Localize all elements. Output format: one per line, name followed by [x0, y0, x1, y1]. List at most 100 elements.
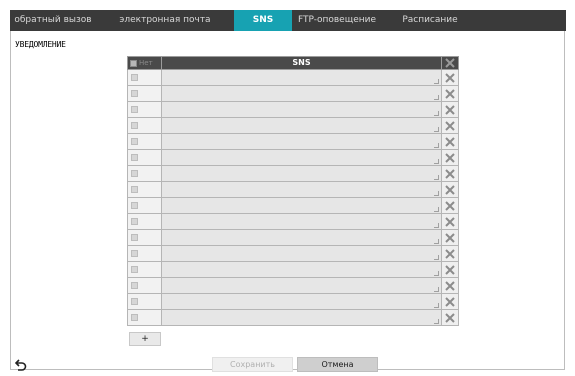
- sns-input-cell[interactable]: [162, 86, 441, 101]
- close-icon: [445, 264, 455, 275]
- row-checkbox-cell[interactable]: [128, 262, 162, 277]
- close-icon: [445, 152, 455, 163]
- header-delete-all[interactable]: [441, 57, 458, 69]
- row-checkbox-cell[interactable]: [128, 182, 162, 197]
- resize-grip-icon: [434, 255, 439, 260]
- close-icon: [445, 168, 455, 179]
- table-row: [127, 198, 459, 214]
- row-checkbox[interactable]: [131, 170, 138, 177]
- row-checkbox-cell[interactable]: [128, 246, 162, 261]
- row-delete-button[interactable]: [441, 294, 458, 309]
- resize-grip-icon: [434, 111, 439, 116]
- table-row: [127, 70, 459, 86]
- row-checkbox[interactable]: [131, 298, 138, 305]
- sns-input-cell[interactable]: [162, 102, 441, 117]
- row-checkbox[interactable]: [131, 282, 138, 289]
- row-checkbox[interactable]: [131, 122, 138, 129]
- sns-input-cell[interactable]: [162, 294, 441, 309]
- row-checkbox-cell[interactable]: [128, 86, 162, 101]
- row-checkbox[interactable]: [131, 90, 138, 97]
- row-delete-button[interactable]: [441, 310, 458, 325]
- row-delete-button[interactable]: [441, 230, 458, 245]
- tab-callback[interactable]: обратный вызов: [10, 10, 96, 31]
- back-button[interactable]: [14, 358, 28, 372]
- tab-ftp-alert[interactable]: FTP-оповещение: [292, 10, 382, 31]
- sns-input-cell[interactable]: [162, 70, 441, 85]
- resize-grip-icon: [434, 207, 439, 212]
- row-delete-button[interactable]: [441, 214, 458, 229]
- row-checkbox[interactable]: [131, 218, 138, 225]
- sns-input-cell[interactable]: [162, 118, 441, 133]
- sns-input-cell[interactable]: [162, 278, 441, 293]
- row-checkbox[interactable]: [131, 186, 138, 193]
- select-all-checkbox[interactable]: [130, 59, 137, 67]
- close-icon: [445, 184, 455, 195]
- row-checkbox-cell[interactable]: [128, 310, 162, 325]
- tab-email[interactable]: электронная почта: [96, 10, 234, 31]
- add-button[interactable]: +: [129, 332, 161, 346]
- row-checkbox[interactable]: [131, 266, 138, 273]
- row-checkbox-cell[interactable]: [128, 214, 162, 229]
- save-button[interactable]: Сохранить: [212, 357, 293, 372]
- sns-input-cell[interactable]: [162, 246, 441, 261]
- sns-input-cell[interactable]: [162, 134, 441, 149]
- row-checkbox-cell[interactable]: [128, 150, 162, 165]
- row-checkbox-cell[interactable]: [128, 70, 162, 85]
- table-row: [127, 166, 459, 182]
- row-checkbox[interactable]: [131, 154, 138, 161]
- row-checkbox-cell[interactable]: [128, 230, 162, 245]
- resize-grip-icon: [434, 287, 439, 292]
- row-delete-button[interactable]: [441, 134, 458, 149]
- row-delete-button[interactable]: [441, 262, 458, 277]
- row-checkbox[interactable]: [131, 106, 138, 113]
- resize-grip-icon: [434, 271, 439, 276]
- sns-input-cell[interactable]: [162, 214, 441, 229]
- header-none-cell[interactable]: Нет: [128, 57, 162, 69]
- tab-sns[interactable]: SNS: [234, 10, 292, 31]
- row-checkbox[interactable]: [131, 250, 138, 257]
- row-delete-button[interactable]: [441, 166, 458, 181]
- row-delete-button[interactable]: [441, 198, 458, 213]
- row-delete-button[interactable]: [441, 70, 458, 85]
- close-icon: [445, 88, 455, 99]
- row-delete-button[interactable]: [441, 246, 458, 261]
- row-checkbox-cell[interactable]: [128, 198, 162, 213]
- sns-input-cell[interactable]: [162, 198, 441, 213]
- sns-input-cell[interactable]: [162, 262, 441, 277]
- row-delete-button[interactable]: [441, 102, 458, 117]
- row-checkbox-cell[interactable]: [128, 278, 162, 293]
- sns-input-cell[interactable]: [162, 230, 441, 245]
- resize-grip-icon: [434, 191, 439, 196]
- row-checkbox-cell[interactable]: [128, 166, 162, 181]
- row-delete-button[interactable]: [441, 150, 458, 165]
- row-checkbox-cell[interactable]: [128, 294, 162, 309]
- row-checkbox[interactable]: [131, 234, 138, 241]
- sns-input-cell[interactable]: [162, 182, 441, 197]
- tab-bar: обратный вызов электронная почта SNS FTP…: [10, 10, 566, 31]
- row-delete-button[interactable]: [441, 118, 458, 133]
- close-icon: [445, 280, 455, 291]
- row-checkbox-cell[interactable]: [128, 134, 162, 149]
- row-checkbox-cell[interactable]: [128, 102, 162, 117]
- close-icon: [445, 296, 455, 307]
- tab-schedule[interactable]: Расписание: [382, 10, 478, 31]
- row-checkbox[interactable]: [131, 138, 138, 145]
- row-delete-button[interactable]: [441, 86, 458, 101]
- resize-grip-icon: [434, 175, 439, 180]
- row-delete-button[interactable]: [441, 182, 458, 197]
- table-row: [127, 214, 459, 230]
- back-arrow-icon: [15, 359, 27, 371]
- header-sns-label: SNS: [292, 58, 311, 67]
- row-checkbox[interactable]: [131, 74, 138, 81]
- sns-input-cell[interactable]: [162, 310, 441, 325]
- cancel-button[interactable]: Отмена: [297, 357, 378, 372]
- grid-header: Нет SNS: [127, 56, 459, 70]
- sns-input-cell[interactable]: [162, 150, 441, 165]
- row-checkbox[interactable]: [131, 202, 138, 209]
- table-row: [127, 294, 459, 310]
- header-none-label: Нет: [139, 59, 153, 67]
- row-delete-button[interactable]: [441, 278, 458, 293]
- row-checkbox-cell[interactable]: [128, 118, 162, 133]
- row-checkbox[interactable]: [131, 314, 138, 321]
- sns-input-cell[interactable]: [162, 166, 441, 181]
